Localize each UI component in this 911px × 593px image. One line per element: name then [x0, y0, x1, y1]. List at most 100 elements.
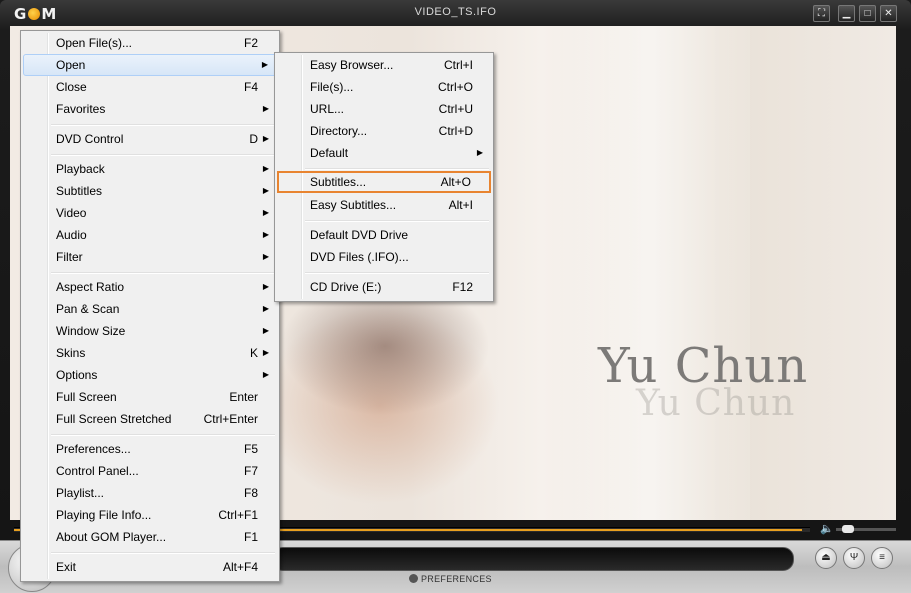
- submenu-item-directory[interactable]: Directory... Ctrl+D: [277, 120, 491, 142]
- menu-item-label: Playing File Info...: [56, 508, 152, 522]
- menu-item-open[interactable]: Open ▶: [23, 54, 277, 76]
- menu-item-label: Subtitles...: [310, 175, 367, 189]
- close-icon[interactable]: ✕: [880, 5, 897, 22]
- submenu-item-subtitles[interactable]: Subtitles... Alt+O: [277, 171, 491, 193]
- menu-item-playing-file-info[interactable]: Playing File Info... Ctrl+F1: [23, 504, 277, 526]
- submenu-item-easy-browser[interactable]: Easy Browser... Ctrl+I: [277, 54, 491, 76]
- video-light-panel: [550, 26, 750, 520]
- menu-item-label: Close: [56, 80, 87, 94]
- open-submenu: Easy Browser... Ctrl+I File(s)... Ctrl+O…: [274, 52, 494, 302]
- menu-item-options[interactable]: Options ▶: [23, 364, 277, 386]
- preferences-link[interactable]: PREFERENCES: [409, 574, 492, 584]
- menu-item-label: DVD Control: [56, 132, 124, 146]
- menu-item-control-panel[interactable]: Control Panel... F7: [23, 460, 277, 482]
- menu-item-pan-scan[interactable]: Pan & Scan ▶: [23, 298, 277, 320]
- gom-player-window: GM VIDEO_TS.IFO ⛶ ▁ □ ✕ Yu Chun Yu Chun …: [0, 0, 911, 593]
- menu-item-playlist[interactable]: Playlist... F8: [23, 482, 277, 504]
- menu-item-playback[interactable]: Playback ▶: [23, 158, 277, 180]
- submenu-arrow-icon: ▶: [262, 370, 269, 379]
- submenu-arrow-icon: ▶: [262, 104, 269, 113]
- menu-item-label: Exit: [56, 560, 77, 574]
- menu-item-aspect-ratio[interactable]: Aspect Ratio ▶: [23, 276, 277, 298]
- submenu-item-dvd-files[interactable]: DVD Files (.IFO)...: [277, 246, 491, 268]
- menu-item-full-screen[interactable]: Full Screen Enter: [23, 386, 277, 408]
- equalizer-icon[interactable]: Ψ: [843, 547, 865, 569]
- menu-item-exit[interactable]: Exit Alt+F4: [23, 556, 277, 578]
- playlist-icon[interactable]: ≡: [871, 547, 893, 569]
- title-bar[interactable]: GM VIDEO_TS.IFO ⛶ ▁ □ ✕: [0, 0, 911, 26]
- submenu-arrow-icon: ▶: [262, 208, 269, 217]
- submenu-arrow-icon: ▶: [262, 164, 269, 173]
- menu-item-video[interactable]: Video ▶: [23, 202, 277, 224]
- menu-item-preferences[interactable]: Preferences... F5: [23, 438, 277, 460]
- submenu-arrow-icon: ▶: [262, 252, 269, 261]
- menu-item-shortcut: F7: [243, 464, 258, 478]
- window-title: VIDEO_TS.IFO: [414, 6, 497, 18]
- menu-item-shortcut: D: [249, 132, 258, 146]
- menu-item-close[interactable]: Close F4: [23, 76, 277, 98]
- menu-item-label: Directory...: [310, 124, 368, 138]
- menu-item-open-files[interactable]: Open File(s)... F2: [23, 32, 277, 54]
- menu-item-label: Options: [56, 368, 98, 382]
- menu-item-window-size[interactable]: Window Size ▶: [23, 320, 277, 342]
- menu-item-label: Control Panel...: [56, 464, 139, 478]
- menu-separator: [51, 552, 275, 554]
- menu-item-shortcut: Ctrl+I: [443, 58, 473, 72]
- menu-item-favorites[interactable]: Favorites ▶: [23, 98, 277, 120]
- preferences-label: PREFERENCES: [421, 574, 492, 584]
- menu-item-shortcut: Alt+O: [440, 175, 471, 189]
- menu-item-dvd-control[interactable]: DVD Control D ▶: [23, 128, 277, 150]
- submenu-arrow-icon: ▶: [262, 282, 269, 291]
- minimize-icon[interactable]: ▁: [838, 5, 855, 22]
- volume-knob[interactable]: [842, 525, 854, 533]
- menu-separator: [51, 154, 275, 156]
- menu-item-audio[interactable]: Audio ▶: [23, 224, 277, 246]
- menu-item-shortcut: Ctrl+Enter: [203, 412, 258, 426]
- video-caption: Yu Chun: [598, 338, 809, 394]
- submenu-item-easy-subtitles[interactable]: Easy Subtitles... Alt+I: [277, 194, 491, 216]
- maximize-icon[interactable]: □: [859, 5, 876, 22]
- submenu-item-default-dvd-drive[interactable]: Default DVD Drive: [277, 224, 491, 246]
- menu-item-label: Favorites: [56, 102, 106, 116]
- submenu-arrow-icon: ▶: [262, 348, 269, 357]
- menu-item-label: Video: [56, 206, 87, 220]
- menu-item-about[interactable]: About GOM Player... F1: [23, 526, 277, 548]
- menu-item-label: Window Size: [56, 324, 126, 338]
- submenu-arrow-icon: ▶: [262, 134, 269, 143]
- submenu-item-url[interactable]: URL... Ctrl+U: [277, 98, 491, 120]
- submenu-item-cd-drive[interactable]: CD Drive (E:) F12: [277, 276, 491, 298]
- volume-icon[interactable]: 🔈: [820, 522, 834, 535]
- menu-item-label: CD Drive (E:): [310, 280, 382, 294]
- menu-item-shortcut: F8: [243, 486, 258, 500]
- menu-separator: [305, 168, 489, 170]
- menu-item-shortcut: F2: [243, 36, 258, 50]
- menu-separator: [51, 124, 275, 126]
- menu-item-shortcut: K: [249, 346, 258, 360]
- menu-item-label: Pan & Scan: [56, 302, 120, 316]
- menu-item-shortcut: F12: [452, 280, 473, 294]
- menu-item-full-screen-stretched[interactable]: Full Screen Stretched Ctrl+Enter: [23, 408, 277, 430]
- eject-icon[interactable]: ⏏: [815, 547, 837, 569]
- submenu-item-default[interactable]: Default ▶: [277, 142, 491, 164]
- menu-item-label: Audio: [56, 228, 87, 242]
- menu-item-shortcut: Ctrl+U: [438, 102, 473, 116]
- menu-item-filter[interactable]: Filter ▶: [23, 246, 277, 268]
- menu-item-label: Open: [56, 58, 86, 72]
- submenu-item-files[interactable]: File(s)... Ctrl+O: [277, 76, 491, 98]
- menu-item-label: About GOM Player...: [56, 530, 167, 544]
- submenu-arrow-icon: ▶: [262, 186, 269, 195]
- menu-item-label: Default DVD Drive: [310, 228, 409, 242]
- menu-separator: [305, 272, 489, 274]
- menu-item-subtitles[interactable]: Subtitles ▶: [23, 180, 277, 202]
- menu-item-shortcut: F1: [243, 530, 258, 544]
- menu-item-shortcut: Ctrl+D: [438, 124, 473, 138]
- menu-item-shortcut: F4: [243, 80, 258, 94]
- fullscreen-icon[interactable]: ⛶: [813, 5, 830, 22]
- menu-item-label: Open File(s)...: [56, 36, 133, 50]
- submenu-arrow-icon: ▶: [262, 304, 269, 313]
- menu-item-label: Full Screen: [56, 390, 117, 404]
- menu-item-label: DVD Files (.IFO)...: [310, 250, 409, 264]
- volume-slider[interactable]: [836, 525, 896, 533]
- menu-separator: [51, 272, 275, 274]
- menu-item-skins[interactable]: Skins K ▶: [23, 342, 277, 364]
